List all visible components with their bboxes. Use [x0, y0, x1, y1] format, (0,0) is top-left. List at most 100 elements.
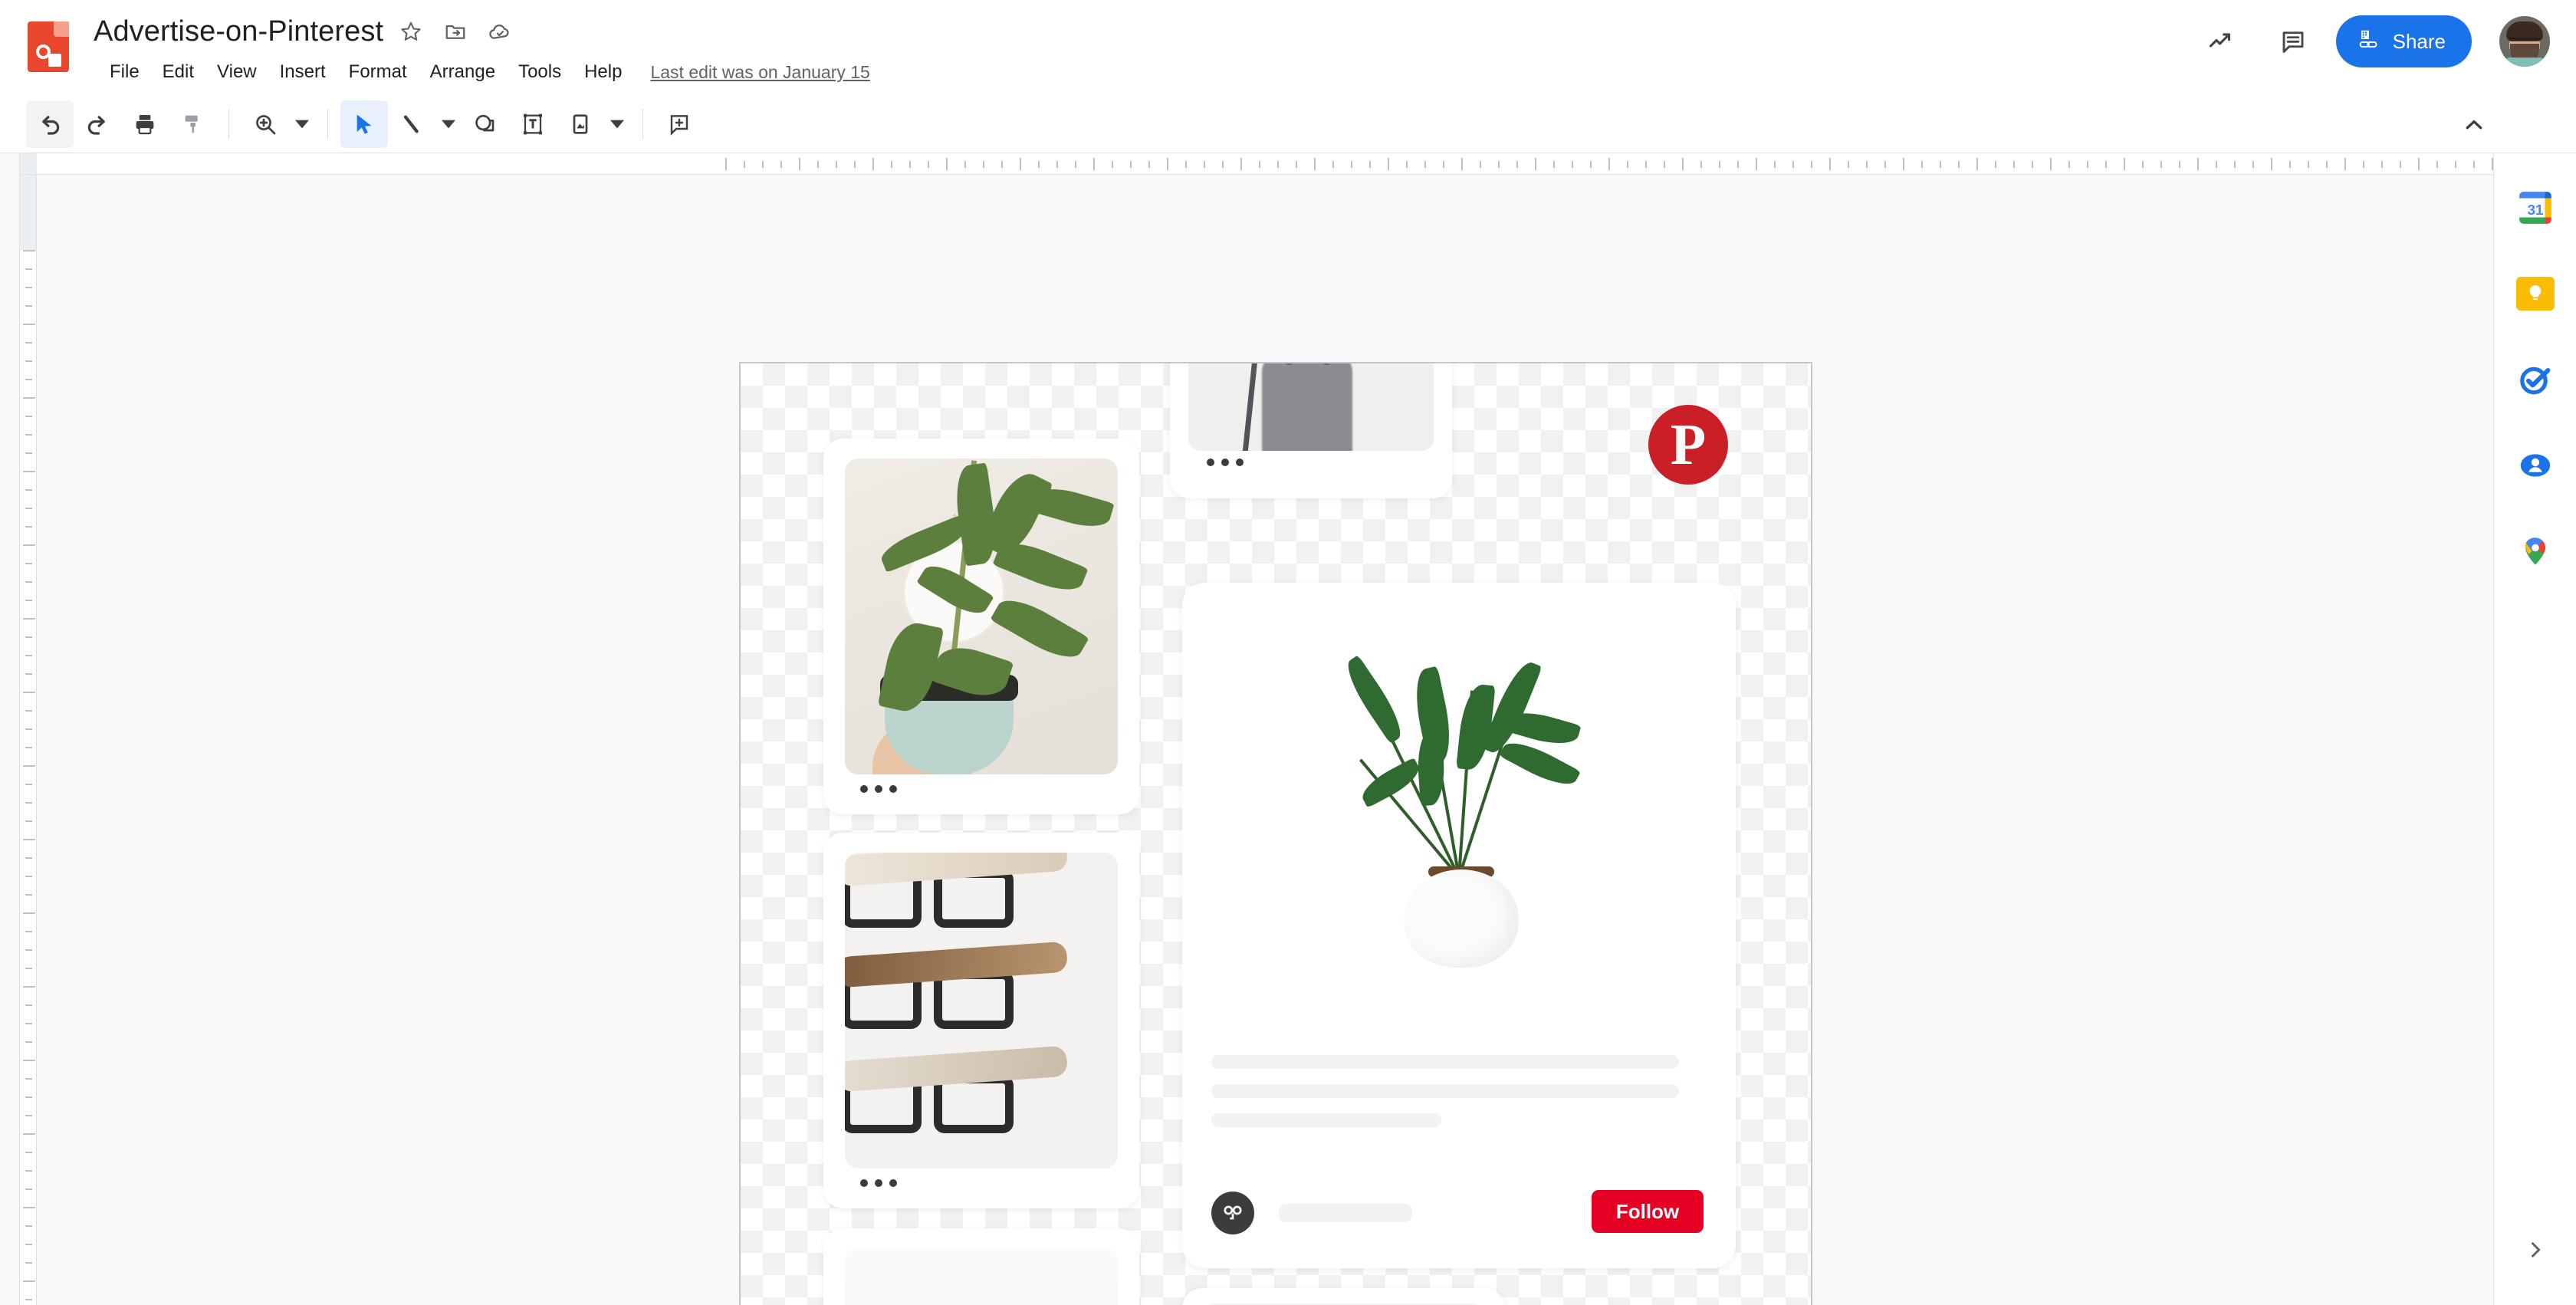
share-button[interactable]: Share	[2335, 15, 2472, 67]
ruler-tick	[891, 161, 892, 168]
description-skeleton-line	[1211, 1113, 1441, 1127]
vertical-ruler[interactable]	[20, 175, 37, 1305]
description-skeleton-line	[1211, 1084, 1679, 1098]
description-skeleton-line	[1211, 1055, 1679, 1069]
ruler-tick	[1590, 161, 1592, 168]
ruler-tick	[964, 161, 966, 168]
ruler-tick	[25, 1041, 32, 1043]
toolbar-divider-2	[327, 108, 328, 140]
pin-card-grey-bag[interactable]	[1170, 363, 1452, 498]
paint-format-button[interactable]	[169, 100, 216, 148]
ruler-tick	[2363, 161, 2364, 168]
slide-canvas[interactable]: P Follow	[739, 362, 1812, 1305]
google-contacts-icon[interactable]	[2507, 437, 2564, 494]
ruler-tick	[1903, 158, 1904, 170]
horizontal-ruler[interactable]	[20, 153, 2567, 175]
ruler-tick	[1406, 161, 1408, 168]
ruler-tick	[25, 820, 32, 822]
document-title[interactable]: Advertise-on-Pinterest	[94, 14, 383, 49]
menu-file[interactable]: File	[98, 55, 151, 89]
image-dropdown-caret[interactable]	[604, 100, 630, 148]
print-button[interactable]	[121, 100, 169, 148]
zoom-button[interactable]	[242, 100, 289, 148]
ruler-tick	[1277, 161, 1279, 168]
menu-format[interactable]: Format	[337, 55, 419, 89]
google-tasks-icon[interactable]	[2507, 351, 2564, 408]
ruler-tick	[1112, 161, 1113, 168]
ruler-tick	[1222, 161, 1224, 168]
card-overflow-menu-icon[interactable]	[1207, 459, 1244, 466]
ruler-tick	[1461, 158, 1463, 170]
menu-tools[interactable]: Tools	[507, 55, 573, 89]
ruler-tick	[1480, 161, 1481, 168]
select-tool-button[interactable]	[340, 100, 388, 148]
ruler-tick	[23, 1133, 35, 1135]
collapse-toolbar-icon[interactable]	[2455, 106, 2493, 144]
card-overflow-menu-icon[interactable]	[860, 785, 897, 793]
ruler-tick	[946, 158, 948, 170]
workspace: P Follow 31	[0, 153, 2576, 1305]
potted-plant-illustration	[1321, 638, 1597, 968]
ruler-tick	[1075, 161, 1076, 168]
comment-history-icon[interactable]	[2264, 12, 2322, 71]
ruler-tick	[2252, 161, 2254, 168]
google-keep-icon[interactable]	[2507, 265, 2564, 322]
star-icon[interactable]	[394, 15, 428, 48]
ruler-tick	[1093, 158, 1095, 170]
pin-card-wooden-glasses[interactable]	[823, 833, 1139, 1208]
ruler-tick	[23, 250, 35, 251]
card-overflow-menu-icon[interactable]	[860, 1179, 897, 1187]
toolbar-divider-3	[642, 108, 643, 140]
expand-side-panel-icon[interactable]	[2515, 1230, 2555, 1270]
shape-tool-button[interactable]	[462, 100, 509, 148]
line-tool-button[interactable]	[388, 100, 435, 148]
pin-card-featured[interactable]: Follow	[1182, 583, 1736, 1268]
ruler-tick	[1608, 158, 1610, 170]
pinterest-logo-letter: P	[1670, 413, 1707, 477]
main-toolbar	[0, 95, 2576, 153]
pin-author-avatar[interactable]	[1211, 1192, 1254, 1234]
calendar-day-number: 31	[2527, 202, 2543, 218]
menu-bar: File Edit View Insert Format Arrange Too…	[98, 55, 870, 89]
comment-button[interactable]	[656, 100, 703, 148]
last-edit-link[interactable]: Last edit was on January 15	[650, 62, 869, 83]
ruler-tick	[1682, 158, 1684, 170]
ruler-tick	[25, 1115, 32, 1116]
google-maps-icon[interactable]	[2507, 523, 2564, 580]
pin-card-rubber-plant[interactable]	[823, 439, 1139, 814]
menu-arrange[interactable]: Arrange	[419, 55, 507, 89]
text-box-button[interactable]	[509, 100, 557, 148]
ruler-tick	[23, 1060, 35, 1061]
ruler-tick	[1811, 161, 1812, 168]
menu-view[interactable]: View	[205, 55, 268, 89]
image-button[interactable]	[557, 100, 604, 148]
ruler-tick	[25, 1188, 32, 1190]
google-calendar-icon[interactable]: 31	[2507, 179, 2564, 236]
menu-help[interactable]: Help	[573, 55, 633, 89]
menu-insert[interactable]: Insert	[268, 55, 337, 89]
app-header: Advertise-on-Pinterest File Edit View In…	[0, 0, 2576, 95]
pin-card-snake-plant-room[interactable]	[823, 1228, 1139, 1305]
zoom-dropdown-caret[interactable]	[289, 100, 315, 148]
editor-area: P Follow	[20, 153, 2567, 1305]
ruler-tick	[25, 581, 32, 583]
menu-edit[interactable]: Edit	[151, 55, 205, 89]
ruler-tick	[725, 158, 727, 170]
slide-filmstrip[interactable]	[0, 153, 20, 1305]
cloud-saved-icon[interactable]	[483, 15, 517, 48]
ruler-tick	[25, 1170, 32, 1172]
ruler-tick	[23, 397, 35, 399]
line-dropdown-caret[interactable]	[435, 100, 462, 148]
title-row: Advertise-on-Pinterest	[94, 14, 517, 49]
ruler-tick	[25, 1078, 32, 1080]
slides-app-window: Advertise-on-Pinterest File Edit View In…	[0, 0, 2576, 1305]
redo-button[interactable]	[74, 100, 121, 148]
ruler-tick	[1737, 161, 1739, 168]
follow-button[interactable]: Follow	[1592, 1190, 1704, 1233]
ruler-tick	[2455, 161, 2456, 168]
account-avatar[interactable]	[2499, 16, 2550, 67]
pin-card-dark-curve[interactable]	[1182, 1288, 1504, 1305]
activity-dashboard-icon[interactable]	[2192, 12, 2250, 71]
undo-button[interactable]	[26, 100, 74, 148]
move-to-folder-icon[interactable]	[439, 15, 472, 48]
